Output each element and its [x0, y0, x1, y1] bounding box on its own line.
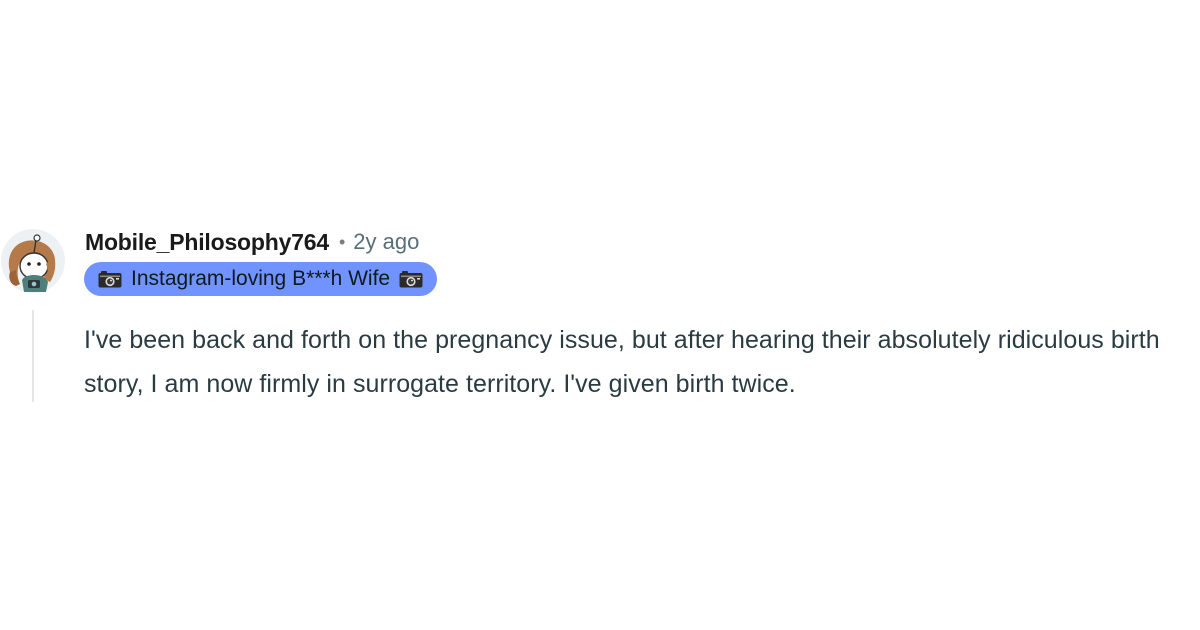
camera-icon	[399, 270, 423, 288]
meta-separator: •	[338, 231, 346, 252]
flair-text: Instagram-loving B***h Wife	[131, 267, 391, 290]
timestamp[interactable]: 2y ago	[353, 229, 419, 255]
comment-body: I've been back and forth on the pregnanc…	[84, 326, 1160, 398]
username-link[interactable]: Mobile_Philosophy764	[85, 229, 329, 256]
comment: Mobile_Philosophy764 • 2y ago Instagram-…	[0, 224, 1200, 404]
comment-meta: Mobile_Philosophy764 • 2y ago	[85, 227, 419, 257]
user-flair: Instagram-loving B***h Wife	[84, 262, 438, 296]
thread-line[interactable]	[32, 310, 34, 402]
avatar[interactable]	[0, 228, 66, 294]
camera-icon	[98, 270, 122, 288]
snoo-avatar-icon	[1, 229, 65, 293]
